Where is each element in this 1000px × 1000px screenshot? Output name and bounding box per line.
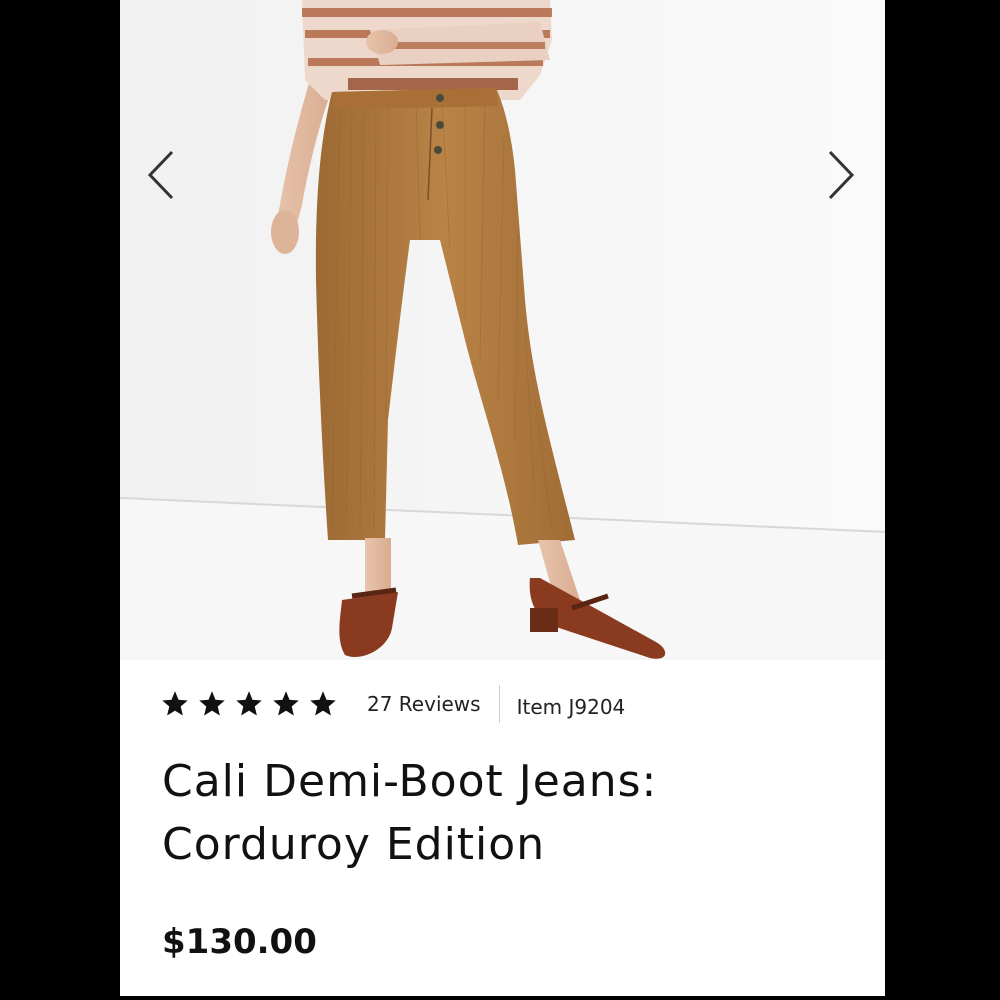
star-icon	[236, 691, 262, 716]
chevron-right-icon	[828, 150, 855, 200]
product-image-carousel[interactable]	[120, 0, 885, 660]
product-info: 27 Reviews Item J9204 Cali Demi-Boot Jea…	[120, 660, 885, 996]
product-price: $130.00	[162, 922, 317, 962]
product-title-line-1: Cali Demi-Boot Jeans:	[162, 756, 658, 807]
item-number: Item J9204	[516, 695, 626, 719]
star-icon	[162, 691, 188, 716]
star-icon	[273, 691, 299, 716]
meta-divider	[498, 685, 500, 723]
product-meta-row: 27 Reviews Item J9204	[162, 684, 625, 724]
product-title: Cali Demi-Boot Jeans: Corduroy Edition	[162, 750, 842, 876]
product-page-frame: 27 Reviews Item J9204 Cali Demi-Boot Jea…	[120, 0, 885, 996]
reviews-link[interactable]: 27 Reviews	[367, 692, 481, 716]
next-image-button[interactable]	[820, 148, 860, 204]
product-title-line-2: Corduroy Edition	[162, 819, 546, 870]
chevron-left-icon	[147, 150, 174, 200]
star-icon	[199, 691, 225, 716]
previous-image-button[interactable]	[142, 148, 182, 204]
rating-stars[interactable]	[162, 691, 347, 717]
star-icon	[310, 691, 336, 716]
product-photo	[120, 0, 885, 660]
